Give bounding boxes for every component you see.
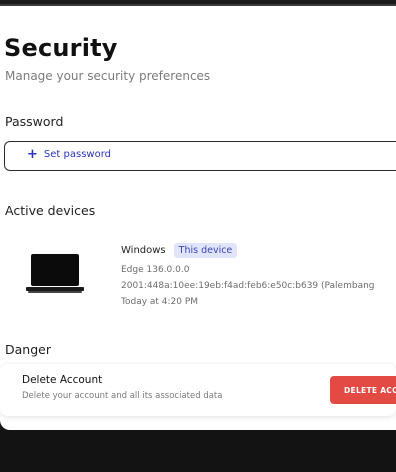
password-section-label: Password — [5, 114, 64, 129]
device-os: Windows This device — [121, 243, 238, 258]
delete-account-card: Delete Account Delete your account and a… — [0, 364, 396, 416]
device-item: Windows This device Edge 136.0.0.0 2001:… — [0, 234, 396, 330]
page-title: Security — [4, 34, 118, 62]
device-browser: Edge 136.0.0.0 — [121, 265, 190, 275]
device-ip-location: 2001:448a:10ee:19eb:f4ad:feb6:e50c:b639 … — [121, 281, 375, 291]
page-subtitle: Manage your security preferences — [5, 69, 211, 83]
set-password-label: Set password — [43, 149, 111, 160]
plus-icon: + — [27, 146, 38, 162]
laptop-icon — [26, 254, 84, 293]
password-field[interactable]: + Set password — [4, 141, 396, 171]
active-devices-label: Active devices — [5, 203, 96, 218]
device-os-name: Windows — [121, 245, 166, 256]
device-last-active: Today at 4:20 PM — [121, 297, 199, 307]
bottom-dark-area — [0, 430, 396, 472]
set-password-button[interactable]: + Set password — [27, 146, 111, 162]
delete-account-description: Delete your account and all its associat… — [22, 391, 223, 401]
security-panel: Security Manage your security preference… — [0, 6, 396, 430]
delete-account-title: Delete Account — [22, 374, 103, 386]
danger-section-label: Danger — [5, 342, 51, 357]
delete-account-button[interactable]: DELETE ACCOUNT — [330, 376, 396, 404]
this-device-badge: This device — [173, 243, 238, 258]
